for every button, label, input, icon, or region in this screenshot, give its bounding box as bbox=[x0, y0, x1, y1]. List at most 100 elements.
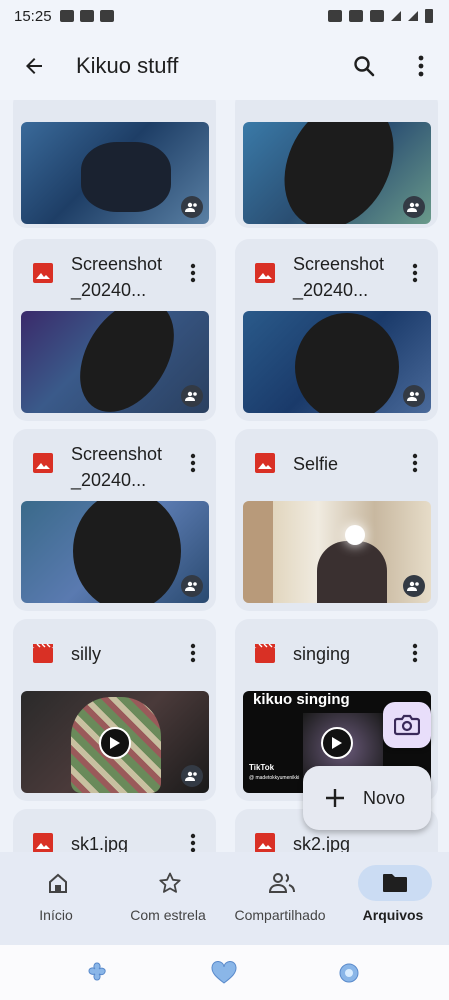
signal-icon bbox=[391, 11, 401, 21]
image-file-icon bbox=[255, 453, 275, 473]
file-card[interactable]: Screenshot_20240... bbox=[13, 239, 216, 421]
shared-icon bbox=[181, 575, 203, 597]
file-card[interactable]: silly bbox=[13, 619, 216, 801]
more-vert-icon bbox=[412, 453, 418, 473]
nav-label: Arquivos bbox=[362, 907, 424, 923]
photo-curtain bbox=[243, 501, 273, 603]
star-icon bbox=[159, 872, 181, 893]
photo-figure bbox=[317, 541, 387, 603]
wifi-icon bbox=[370, 10, 384, 22]
nav-pill bbox=[21, 865, 95, 901]
photo-figure bbox=[81, 142, 171, 212]
file-card[interactable]: Screenshot_20240... bbox=[235, 239, 438, 421]
file-card[interactable] bbox=[13, 100, 216, 228]
check-icon bbox=[99, 10, 114, 22]
image-file-icon bbox=[255, 263, 275, 283]
back-flower-icon[interactable] bbox=[336, 961, 362, 985]
arrow-back-icon bbox=[26, 58, 42, 74]
file-thumbnail bbox=[243, 122, 431, 224]
redaction-blob bbox=[262, 122, 416, 224]
home-heart-icon[interactable] bbox=[211, 961, 237, 985]
image-file-icon bbox=[255, 833, 275, 852]
nav-item-starred[interactable]: Com estrela bbox=[112, 852, 224, 945]
people-icon bbox=[268, 873, 295, 893]
system-icons bbox=[328, 9, 433, 23]
new-button-label: Novo bbox=[363, 787, 406, 808]
photo-flash bbox=[345, 525, 365, 545]
file-thumbnail bbox=[243, 501, 431, 603]
recents-icon[interactable] bbox=[84, 961, 110, 985]
video-file-icon bbox=[33, 643, 53, 663]
camera-icon bbox=[394, 714, 420, 736]
shared-icon bbox=[403, 196, 425, 218]
page-title: Kikuo stuff bbox=[76, 53, 179, 78]
file-card[interactable]: sk1.jpg bbox=[13, 809, 216, 852]
redaction-blob bbox=[295, 313, 399, 413]
file-name: silly bbox=[71, 644, 101, 664]
file-card-header: silly bbox=[13, 619, 216, 691]
file-more-button[interactable] bbox=[401, 449, 429, 477]
file-thumbnail bbox=[21, 691, 209, 793]
file-card[interactable] bbox=[235, 100, 438, 228]
folder-icon bbox=[383, 874, 407, 892]
system-navigation bbox=[0, 945, 449, 1000]
thumbnail-caption: kikuo singing bbox=[253, 691, 350, 708]
nav-item-shared[interactable]: Compartilhado bbox=[224, 852, 336, 945]
file-card-header: Screenshot_20240... bbox=[235, 239, 438, 311]
file-name: sk2.jpg bbox=[293, 834, 351, 852]
more-vert-icon bbox=[190, 263, 196, 283]
redaction-blob bbox=[60, 311, 194, 413]
file-more-button[interactable] bbox=[179, 829, 207, 852]
image-file-icon bbox=[33, 833, 53, 852]
more-vert-icon bbox=[418, 55, 424, 77]
camera-scan-button[interactable] bbox=[383, 702, 431, 748]
nav-pill bbox=[133, 865, 207, 901]
file-grid: Screenshot_20240... Screenshot_20240... … bbox=[0, 100, 449, 852]
status-time: 15:25 bbox=[14, 7, 52, 25]
file-card-header: Screenshot_20240... bbox=[13, 239, 216, 311]
shared-icon bbox=[403, 385, 425, 407]
back-button[interactable] bbox=[10, 42, 58, 90]
file-name: sk1.jpg bbox=[71, 834, 129, 852]
file-card[interactable]: Screenshot_20240... bbox=[13, 429, 216, 611]
file-more-button[interactable] bbox=[401, 639, 429, 667]
file-name: Screenshot_20240... bbox=[293, 254, 385, 300]
file-thumbnail bbox=[21, 122, 209, 224]
shared-icon bbox=[403, 575, 425, 597]
more-options-button[interactable] bbox=[397, 42, 445, 90]
shared-icon bbox=[181, 765, 203, 787]
file-more-button[interactable] bbox=[179, 639, 207, 667]
battery-icon bbox=[425, 9, 433, 23]
more-vert-icon bbox=[190, 833, 196, 852]
discord-icon bbox=[79, 10, 94, 22]
video-file-icon bbox=[255, 643, 275, 663]
nav-pill bbox=[358, 865, 432, 901]
signal-icon bbox=[408, 11, 418, 21]
mute-icon bbox=[349, 10, 363, 22]
file-card-header: singing bbox=[235, 619, 438, 691]
file-card[interactable]: Selfie bbox=[235, 429, 438, 611]
file-more-button[interactable] bbox=[401, 259, 429, 287]
nav-item-files[interactable]: Arquivos bbox=[337, 852, 449, 945]
more-vert-icon bbox=[412, 263, 418, 283]
new-button[interactable]: Novo bbox=[303, 766, 431, 830]
search-button[interactable] bbox=[340, 42, 388, 90]
file-thumbnail bbox=[243, 311, 431, 413]
home-icon bbox=[49, 873, 67, 893]
nav-pill bbox=[245, 865, 319, 901]
file-name: Screenshot_20240... bbox=[71, 444, 163, 490]
shared-icon bbox=[181, 385, 203, 407]
file-thumbnail bbox=[21, 501, 209, 603]
more-vert-icon bbox=[190, 453, 196, 473]
nav-item-home[interactable]: Início bbox=[0, 852, 112, 945]
tiktok-handle: @ madetokkyumenikki bbox=[249, 775, 300, 781]
file-name: Screenshot_20240... bbox=[71, 254, 163, 300]
alarm-icon bbox=[328, 10, 342, 22]
file-more-button[interactable] bbox=[179, 259, 207, 287]
file-card-header: sk1.jpg bbox=[13, 809, 216, 852]
mail-icon bbox=[59, 10, 74, 22]
nav-label: Compartilhado bbox=[234, 907, 326, 923]
image-file-icon bbox=[33, 453, 53, 473]
play-icon bbox=[321, 727, 353, 759]
file-more-button[interactable] bbox=[179, 449, 207, 477]
